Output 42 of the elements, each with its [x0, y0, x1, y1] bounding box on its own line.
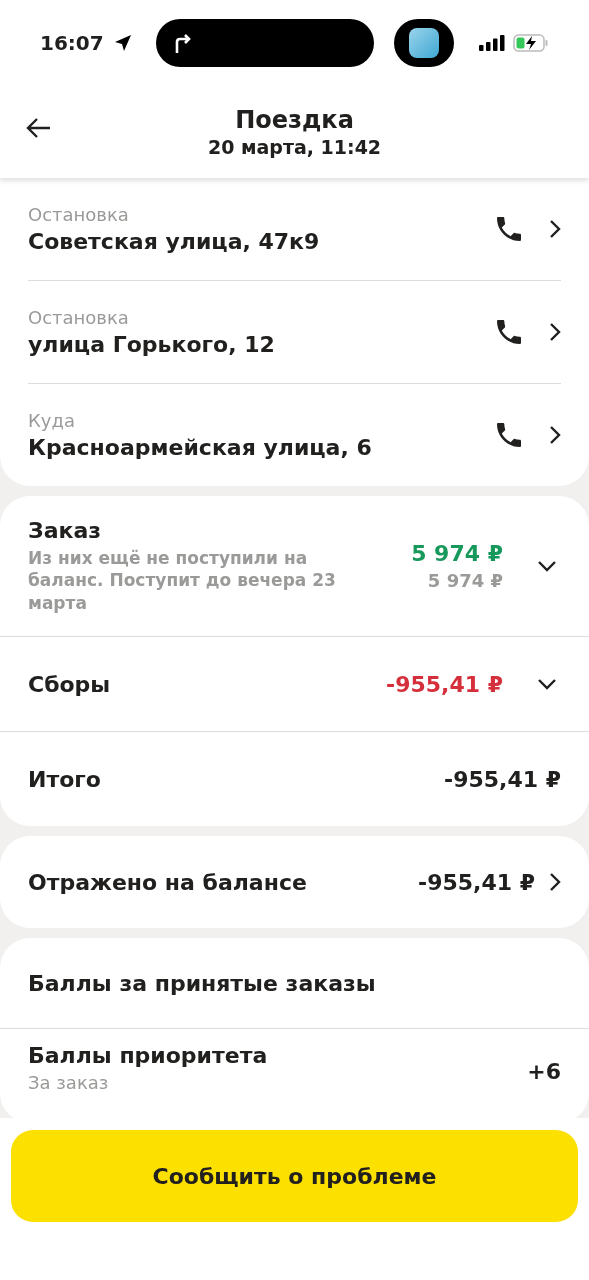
chevron-icon: [549, 425, 561, 445]
status-time: 16:07: [40, 31, 104, 55]
secondary-amount: 5 974 ₽: [427, 570, 503, 591]
back-arrow-icon: [25, 117, 51, 139]
amount: 5 974 ₽: [411, 541, 503, 566]
row-title: Баллы приоритета: [28, 1043, 269, 1068]
row-note: Из них ещё не поступили на баланс. Поступит до вечера 23 марта: [28, 547, 337, 614]
row-note: За заказ: [28, 1072, 110, 1093]
amount: -955,41 ₽: [386, 671, 503, 697]
balance-title: Отражено на балансе: [28, 869, 308, 895]
points-value: +6: [527, 1059, 561, 1084]
chevron-icon: [549, 322, 561, 342]
stop-address: Красноармейская улица, 6: [28, 435, 373, 460]
row-title: Заказ: [28, 518, 103, 544]
chevron-icon: [549, 219, 561, 239]
row-title: Итого: [28, 766, 102, 792]
expand-button[interactable]: [537, 678, 557, 690]
stop-address: Советская улица, 47к9: [28, 229, 321, 254]
signal-icon: [479, 35, 505, 51]
battery-icon: [513, 34, 549, 52]
points-title: Баллы за принятые заказы: [28, 970, 377, 996]
turn-right-icon: [173, 32, 192, 54]
report-problem-button[interactable]: Сообщить о проблеме: [11, 1130, 578, 1222]
open-balance-button[interactable]: [549, 872, 561, 892]
open-stop-button[interactable]: [549, 425, 561, 445]
balance-amount: -955,41 ₽: [418, 869, 535, 895]
row-title: Сборы: [28, 671, 112, 697]
amount: -955,41 ₽: [444, 766, 561, 792]
stop-label: Остановка: [28, 204, 130, 225]
stop-label: Остановка: [28, 307, 130, 328]
expand-button[interactable]: [537, 560, 557, 572]
chevron-icon: [549, 872, 561, 892]
trip-date: 20 марта, 11:42: [207, 136, 382, 158]
page-title: Поездка: [235, 106, 354, 134]
stop-address: улица Горького, 12: [28, 332, 276, 357]
open-stop-button[interactable]: [549, 219, 561, 239]
stop-label: Куда: [28, 410, 76, 431]
chevron-icon: [537, 560, 557, 572]
open-stop-button[interactable]: [549, 322, 561, 342]
location-arrow-icon: [113, 34, 132, 52]
photo-placeholder: [408, 28, 439, 58]
chevron-icon: [537, 678, 557, 690]
